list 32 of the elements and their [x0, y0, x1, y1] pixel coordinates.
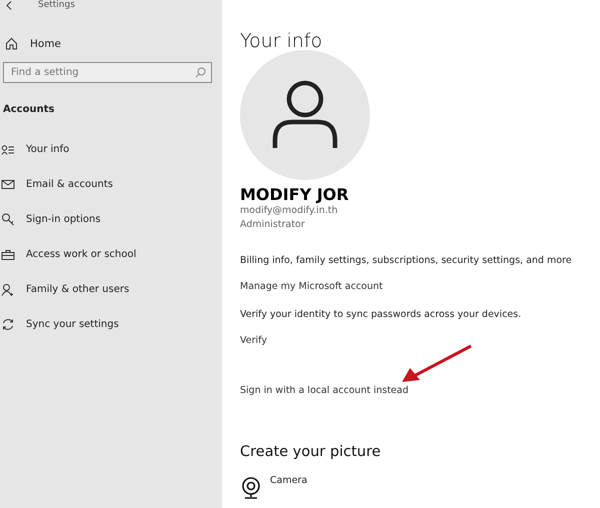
home-link[interactable]: Home [0, 34, 66, 53]
section-heading: Create your picture [240, 444, 381, 460]
envelope-icon [1, 180, 15, 189]
user-role: Administrator [240, 218, 305, 232]
nav-item[interactable]: Sync your settings [0, 307, 119, 342]
home-icon [5, 37, 18, 50]
sync-icon [1, 318, 15, 331]
briefcase-icon [1, 250, 15, 260]
key-icon [1, 213, 15, 226]
nav-item[interactable]: Family & other users [0, 272, 130, 307]
nav-item[interactable]: Access work or school [0, 237, 136, 272]
manage-account-link[interactable]: Manage my Microsoft account [240, 281, 383, 292]
window-title: Settings [38, 0, 75, 10]
search-field[interactable]: Find a setting [3, 62, 212, 83]
person-list-icon [1, 144, 15, 154]
section-heading: Accounts [3, 103, 56, 115]
search-icon [195, 67, 206, 78]
billing-description: Billing info, family settings, subscriptions, security settings, and more [240, 254, 572, 268]
nav-item[interactable]: Sign-in options [0, 202, 101, 237]
user-email: modify@modify.in.th [240, 204, 338, 218]
verify-description: Verify your identity to sync passwords across your devices. [240, 308, 522, 322]
person-icon [272, 80, 338, 150]
camera-option[interactable]: Camera [240, 477, 308, 499]
person-add-icon [1, 284, 15, 296]
user-name: MODIFY JOR [240, 185, 349, 204]
nav-item[interactable]: Email & accounts [0, 167, 113, 202]
verify-link[interactable]: Verify [240, 335, 267, 346]
nav-item[interactable]: Your info [0, 132, 70, 167]
back-icon[interactable] [6, 0, 12, 10]
local-account-link[interactable]: Sign in with a local account instead [240, 385, 408, 396]
webcam-icon [240, 477, 262, 499]
page-heading: Your info [240, 30, 322, 52]
